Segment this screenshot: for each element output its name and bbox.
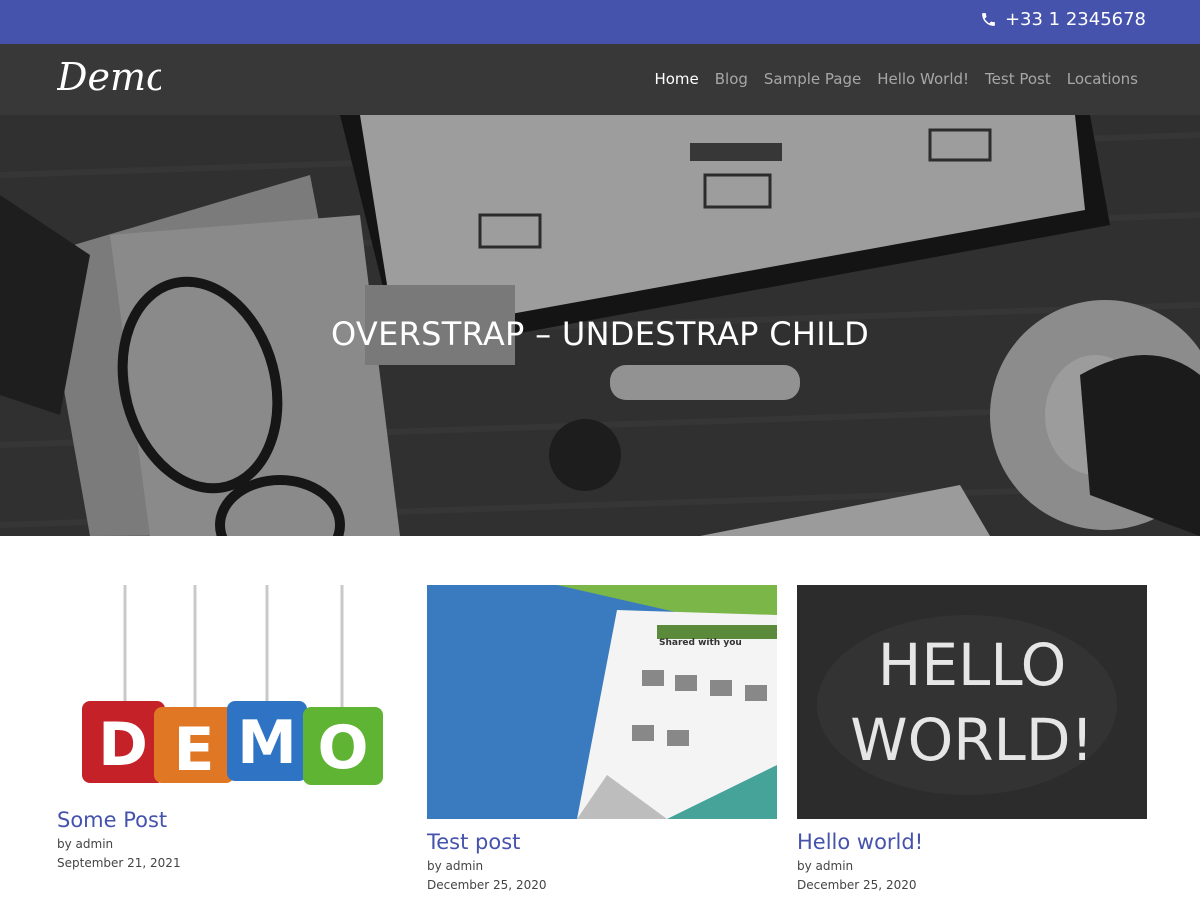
demo-letter-d: D [98, 710, 148, 780]
nav-item-locations[interactable]: Locations [1067, 70, 1138, 88]
nav-item-sample-page[interactable]: Sample Page [764, 70, 861, 88]
post-card: HELLO WORLD! Hello world! by admin Decem… [797, 585, 1147, 895]
chalkboard-image: HELLO WORLD! [797, 585, 1147, 819]
demo-tags-image: D E M O [57, 585, 407, 797]
post-date: December 25, 2020 [427, 878, 547, 892]
post-card: D E M O Some Post by admin September 21,… [57, 585, 407, 873]
post-author: by admin [797, 859, 854, 873]
post-title[interactable]: Hello world! [797, 830, 1147, 854]
shared-screen-image: Shared with you [427, 585, 777, 819]
post-author: by admin [57, 837, 114, 851]
phone-contact[interactable]: +33 1 2345678 [980, 9, 1146, 30]
hero-banner: OVERSTRAP – UNDESTRAP CHILD [0, 115, 1200, 536]
phone-icon [982, 13, 995, 26]
post-card: Shared with you Test post by admin Decem… [427, 585, 777, 895]
nav-item-test-post[interactable]: Test Post [985, 70, 1051, 88]
site-logo[interactable]: Demo [57, 52, 161, 110]
post-thumbnail-hello-world[interactable]: HELLO WORLD! [797, 585, 1147, 819]
post-meta: by admin December 25, 2020 [797, 857, 1147, 895]
main-navbar: Demo Home Blog Sample Page Hello World! … [0, 44, 1200, 115]
primary-menu: Home Blog Sample Page Hello World! Test … [654, 70, 1138, 88]
demo-letter-m: M [237, 708, 297, 778]
chalk-line-hello: HELLO [878, 631, 1066, 699]
nav-item-blog[interactable]: Blog [715, 70, 748, 88]
post-title[interactable]: Test post [427, 830, 777, 854]
top-bar: +33 1 2345678 [0, 0, 1200, 44]
nav-item-home[interactable]: Home [654, 70, 698, 88]
post-title[interactable]: Some Post [57, 808, 407, 832]
chalk-line-world: WORLD! [850, 706, 1094, 774]
post-meta: by admin December 25, 2020 [427, 857, 777, 895]
logo-text: Demo [57, 55, 161, 99]
phone-number: +33 1 2345678 [1004, 9, 1146, 30]
screen-heading: Shared with you [659, 638, 742, 648]
post-meta: by admin September 21, 2021 [57, 835, 407, 873]
post-author: by admin [427, 859, 484, 873]
demo-letter-o: O [317, 713, 368, 783]
nav-item-hello-world[interactable]: Hello World! [877, 70, 969, 88]
demo-letter-e: E [174, 715, 215, 785]
post-thumbnail-test[interactable]: Shared with you [427, 585, 777, 819]
post-date: December 25, 2020 [797, 878, 917, 892]
post-thumbnail-demo[interactable]: D E M O [57, 585, 407, 797]
hero-title: OVERSTRAP – UNDESTRAP CHILD [330, 315, 870, 353]
post-date: September 21, 2021 [57, 856, 181, 870]
